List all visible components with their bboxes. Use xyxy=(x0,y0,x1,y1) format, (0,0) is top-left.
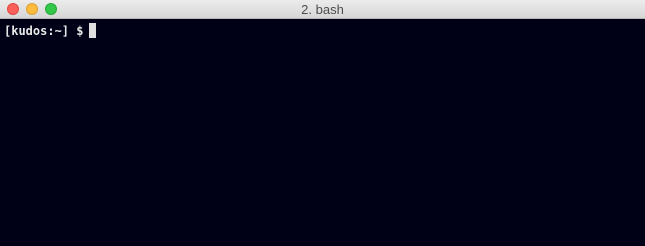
shell-prompt: [kudos:~] $ xyxy=(4,23,84,38)
title-bar[interactable]: 2. bash xyxy=(0,0,645,19)
terminal-window: 2. bash [kudos:~] $ xyxy=(0,0,645,246)
prompt-line: [kudos:~] $ xyxy=(4,22,97,39)
text-cursor xyxy=(89,23,97,38)
window-title: 2. bash xyxy=(301,2,344,17)
terminal-area[interactable]: [kudos:~] $ xyxy=(0,19,645,246)
